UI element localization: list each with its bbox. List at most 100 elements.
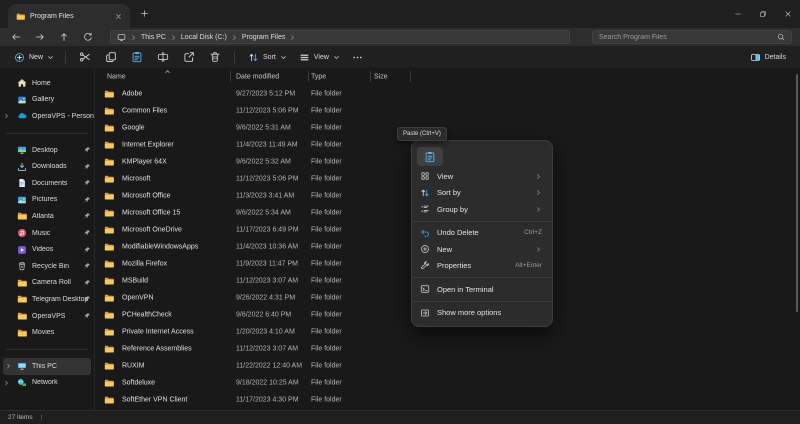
restore-button[interactable]: [750, 0, 775, 28]
breadcrumb-item-local-disk-c[interactable]: Local Disk (C:): [181, 34, 227, 41]
menu-item-group-by[interactable]: Group by: [412, 201, 552, 218]
sidebar-item-operavps[interactable]: OperaVPS: [0, 308, 94, 325]
sidebar-item-home[interactable]: Home: [0, 75, 94, 92]
search-input[interactable]: [599, 34, 773, 41]
refresh-icon: [83, 32, 93, 42]
pin-icon: [83, 279, 91, 287]
sidebar-item-downloads[interactable]: Downloads: [0, 158, 94, 175]
sidebar-item-gallery[interactable]: Gallery: [0, 92, 94, 109]
view-button[interactable]: View: [293, 48, 346, 66]
menu-item-new[interactable]: New: [412, 241, 552, 258]
minimize-button[interactable]: [725, 0, 750, 28]
delete-button[interactable]: [203, 48, 227, 66]
rename-button[interactable]: [151, 48, 175, 66]
arrow-up-button[interactable]: [53, 29, 74, 45]
sidebar-item-music[interactable]: Music: [0, 225, 94, 242]
sidebar-item-documents[interactable]: Documents: [0, 175, 94, 192]
file-date-modified: 11/17/2023 6:49 PM: [236, 226, 299, 233]
sidebar-item-videos[interactable]: Videos: [0, 241, 94, 258]
tab-close-button[interactable]: [112, 10, 124, 22]
folder-icon: [17, 211, 27, 221]
chevron-right-icon[interactable]: [3, 113, 10, 120]
file-row-common-files[interactable]: Common Files11/12/2023 5:06 PMFile folde…: [96, 102, 800, 119]
folder-icon: [17, 278, 27, 288]
sidebar-item-operavps-personal[interactable]: OperaVPS - Personal: [0, 108, 94, 125]
details-pane-button[interactable]: Details: [746, 48, 790, 66]
sidebar-item-label: Atlanta: [32, 213, 54, 220]
file-type: File folder: [311, 345, 342, 352]
file-name: Microsoft OneDrive: [122, 226, 182, 233]
cut-button[interactable]: [73, 48, 97, 66]
file-type: File folder: [311, 379, 342, 386]
menu-item-sort-by[interactable]: Sort by: [412, 185, 552, 202]
file-row-ruxim[interactable]: RUXIM11/22/2022 12:40 AMFile folder: [96, 357, 800, 374]
paste-tooltip: Paste (Ctrl+V): [397, 127, 447, 141]
file-row-softether-vpn-client[interactable]: SoftEther VPN Client11/17/2023 4:30 PMFi…: [96, 391, 800, 408]
sort-button[interactable]: Sort: [242, 48, 293, 66]
menu-item-open-in-terminal[interactable]: Open in Terminal: [412, 281, 552, 298]
chevron-right-icon[interactable]: [3, 379, 10, 386]
file-type: File folder: [311, 362, 342, 369]
sidebar-item-camera-roll[interactable]: Camera Roll: [0, 275, 94, 292]
sidebar-item-desktop[interactable]: Desktop: [0, 142, 94, 159]
pin-icon: [83, 295, 91, 303]
sidebar-item-atlanta[interactable]: Atlanta: [0, 208, 94, 225]
vertical-scrollbar[interactable]: [796, 74, 798, 312]
column-header-separator[interactable]: [308, 71, 309, 82]
folder-icon: [104, 157, 114, 167]
arrow-right-button[interactable]: [29, 29, 50, 45]
breadcrumb-item-program-files[interactable]: Program Files: [242, 34, 286, 41]
copy-button[interactable]: [99, 48, 123, 66]
sidebar-item-network[interactable]: Network: [0, 375, 94, 392]
menu-item-show-more-options[interactable]: Show more options: [412, 305, 552, 322]
share-button[interactable]: [177, 48, 201, 66]
menu-item-properties[interactable]: PropertiesAlt+Enter: [412, 258, 552, 275]
new-tab-button[interactable]: [140, 9, 149, 18]
arrow-left-button[interactable]: [5, 29, 26, 45]
search-box[interactable]: [592, 30, 792, 44]
address-bar[interactable]: This PC Local Disk (C:) Program Files: [110, 30, 570, 44]
sidebar-item-recycle-bin[interactable]: Recycle Bin: [0, 258, 94, 275]
column-header-separator[interactable]: [230, 71, 231, 82]
menu-item-undo-delete[interactable]: Undo DeleteCtrl+Z: [412, 225, 552, 242]
file-name: PCHealthCheck: [122, 311, 172, 318]
paste-button[interactable]: [417, 147, 443, 166]
close-button[interactable]: [775, 0, 800, 28]
navigation-bar: This PC Local Disk (C:) Program Files: [0, 28, 800, 46]
paste-button[interactable]: [125, 48, 149, 66]
menu-item-view[interactable]: View: [412, 168, 552, 185]
refresh-button[interactable]: [77, 29, 98, 45]
column-header-size[interactable]: Size: [374, 73, 388, 80]
file-row-adobe[interactable]: Adobe9/27/2023 5:12 PMFile folder: [96, 85, 800, 102]
file-date-modified: 9/26/2022 4:31 PM: [236, 294, 295, 301]
file-type: File folder: [311, 294, 342, 301]
arrow-left-icon: [11, 32, 21, 42]
sort-button-label: Sort: [263, 54, 276, 61]
new-button[interactable]: New: [10, 48, 58, 66]
sidebar-item-pictures[interactable]: Pictures: [0, 192, 94, 209]
more-options-button[interactable]: [346, 48, 370, 66]
sidebar-item-movies[interactable]: Movies: [0, 324, 94, 341]
folder-icon: [104, 344, 114, 354]
sidebar-item-this-pc[interactable]: This PC: [3, 358, 91, 375]
file-name: Adobe: [122, 90, 142, 97]
breadcrumb-item-this-pc[interactable]: This PC: [141, 34, 166, 41]
file-row-reference-assemblies[interactable]: Reference Assemblies11/12/2023 3:07 AMFi…: [96, 340, 800, 357]
plus-icon: [140, 9, 149, 18]
sidebar-item-label: OperaVPS - Personal: [32, 113, 94, 120]
titlebar[interactable]: Program Files: [0, 0, 800, 28]
file-row-softdeluxe[interactable]: Softdeluxe9/18/2022 10:25 AMFile folder: [96, 374, 800, 391]
column-header-type[interactable]: Type: [311, 73, 326, 80]
explorer-tab[interactable]: Program Files: [8, 4, 130, 28]
file-name: RUXIM: [122, 362, 145, 369]
column-header-separator[interactable]: [410, 71, 411, 82]
file-row-google[interactable]: Google9/6/2022 5:31 AMFile folder: [96, 119, 800, 136]
column-header-separator[interactable]: [370, 71, 371, 82]
chevron-right-icon[interactable]: [5, 363, 12, 370]
column-header-name[interactable]: Name: [107, 73, 126, 80]
file-name: KMPlayer 64X: [122, 158, 167, 165]
column-header-date-modified[interactable]: Date modified: [236, 73, 279, 80]
sidebar-item-telegram-desktop[interactable]: Telegram Desktop: [0, 291, 94, 308]
chevron-right-icon: [535, 173, 542, 180]
pictures-icon: [17, 195, 27, 205]
